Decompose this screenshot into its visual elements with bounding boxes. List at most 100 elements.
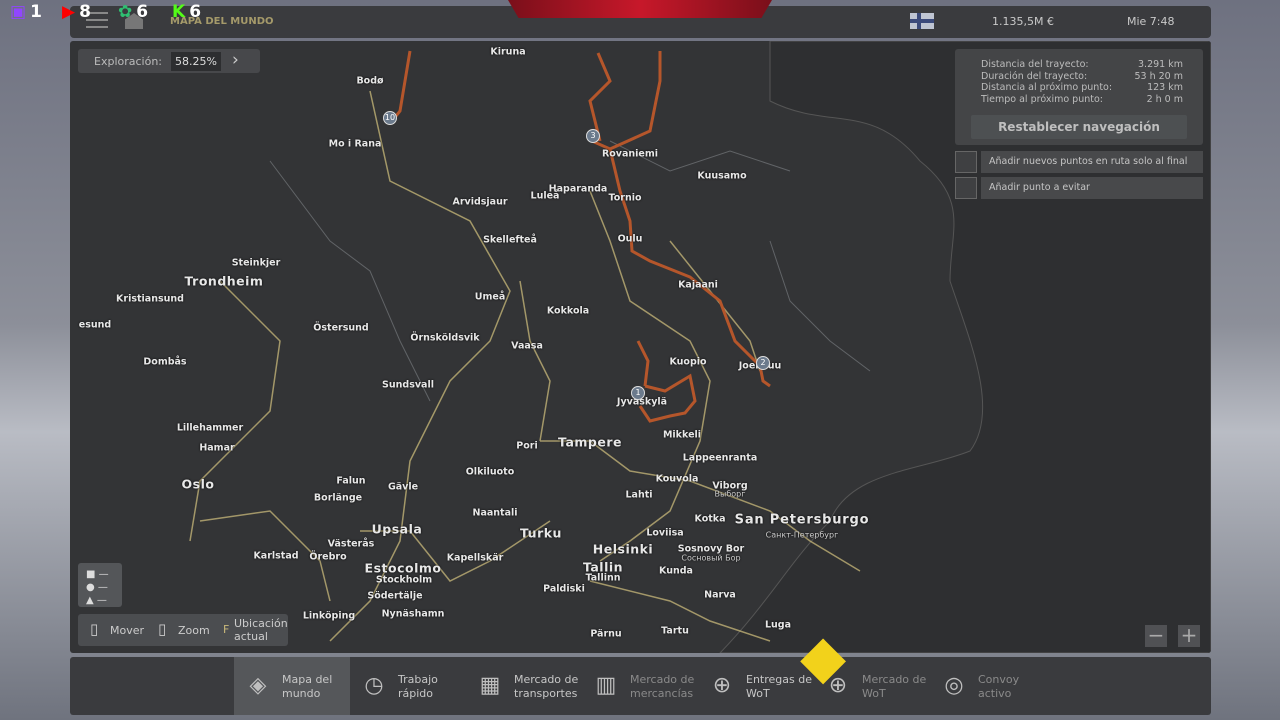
clock-icon: ◷ <box>364 673 384 698</box>
city-label: Gävle <box>387 481 419 493</box>
city-label: Västerås <box>327 538 375 550</box>
city-label: Tallinn <box>585 572 621 584</box>
city-label: Выборг <box>714 489 746 499</box>
tab-convoy[interactable]: ◎ Convoy activo <box>930 657 1046 715</box>
city-label: Oslo <box>181 476 215 492</box>
route-info-row: Distancia al próximo punto: 123 km <box>981 82 1183 93</box>
waypoint-marker[interactable]: 1 <box>631 386 645 400</box>
waypoint-marker[interactable]: 10 <box>383 111 397 125</box>
route-line <box>390 50 771 423</box>
tab-clock[interactable]: ◷ Trabajo rápido <box>350 657 466 715</box>
city-label: Санкт-Петербург <box>765 530 839 540</box>
chevron-right-icon[interactable]: › <box>232 50 239 70</box>
city-label: Luga <box>764 619 792 631</box>
mouse-icon: ▯ <box>90 620 99 638</box>
tab-label: Mercado de transportes <box>514 673 579 700</box>
city-label: Luleå <box>530 190 560 202</box>
city-label: Rovaniemi <box>601 148 659 160</box>
tab-freight[interactable]: ▦ Mercado de transportes <box>466 657 582 715</box>
city-label: Stockholm <box>375 574 433 586</box>
city-label: Falun <box>336 475 366 487</box>
route-info-row: Duración del trayecto: 53 h 20 m <box>981 70 1183 82</box>
tab-label: Mercado de WoT <box>862 673 927 700</box>
cargo-icon: ▥ <box>595 673 617 698</box>
city-label: esund <box>78 319 112 331</box>
freight-icon: ▦ <box>479 673 501 698</box>
city-label: Sundsvall <box>382 379 434 391</box>
pikachu-overlay: ◆ <box>800 622 847 692</box>
city-label: Örebro <box>309 551 347 563</box>
city-label: Helsinki <box>592 541 654 557</box>
reset-navigation-button[interactable]: Restablecer navegación <box>971 115 1187 139</box>
city-label: Borlänge <box>313 492 363 504</box>
city-label: Umeå <box>474 291 506 303</box>
city-label: Naantali <box>472 507 518 519</box>
option-add-points-at-end[interactable]: Añadir nuevos puntos en ruta solo al fin… <box>955 151 1203 173</box>
city-label: Kajaani <box>678 279 718 291</box>
city-label: Narva <box>704 589 736 601</box>
city-label: Paldiski <box>543 583 585 595</box>
city-label: Vaasa <box>511 340 543 352</box>
kick-icon: K <box>172 2 186 22</box>
city-label: Bodø <box>356 75 384 87</box>
city-label: Mo i Rana <box>328 138 382 150</box>
city-label: Skellefteå <box>483 234 537 246</box>
city-label: Tartu <box>661 625 689 637</box>
city-label: Lappeenranta <box>682 452 758 464</box>
city-label: Oulu <box>617 233 643 245</box>
controls-hint: ▯ Mover ▯ Zoom F Ubicación actual <box>78 614 288 646</box>
city-label: Kotka <box>694 513 726 525</box>
city-label: Karlstad <box>253 550 299 562</box>
mouse-wheel-icon: ▯ <box>158 620 167 638</box>
route-info-panel: Distancia del trayecto: 3.291 km Duración… <box>955 49 1203 145</box>
city-label: Tornio <box>608 192 642 204</box>
tab-label: Mercado de mercancías <box>630 673 695 700</box>
exploration-value: 58.25% <box>171 52 221 71</box>
tab-label: Convoy activo <box>978 673 1020 700</box>
city-label: San Petersburgo <box>734 512 870 528</box>
tab-cargo[interactable]: ▥ Mercado de mercancías <box>582 657 698 715</box>
convoy-icon: ◎ <box>944 673 964 698</box>
waypoint-marker[interactable]: 2 <box>756 356 770 370</box>
twitch-icon: ▣ <box>10 2 27 22</box>
map-legend-button[interactable]: ■ — ● — ▲ — <box>78 563 122 607</box>
city-label: Turku <box>520 525 562 541</box>
tab-label: Trabajo rápido <box>398 673 438 700</box>
zoom-in-button[interactable]: + <box>1178 625 1200 647</box>
zoom-out-button[interactable]: − <box>1145 625 1167 647</box>
kick-counter: K6 <box>172 2 202 22</box>
city-label: Kapellskär <box>446 552 504 564</box>
city-label: Örnsköldsvik <box>410 332 480 344</box>
city-label: Dombås <box>143 356 187 368</box>
map-icon: ◈ <box>249 673 267 698</box>
checkbox[interactable] <box>955 177 977 199</box>
city-label: Nynäshamn <box>381 608 445 620</box>
city-label: Östersund <box>313 322 369 334</box>
legend-icon: ■ — ● — ▲ — <box>86 569 109 606</box>
youtube-icon: ▶ <box>62 2 76 22</box>
city-label: Kokkola <box>546 305 590 317</box>
waypoint-marker[interactable]: 3 <box>586 129 600 143</box>
checkbox[interactable] <box>955 151 977 173</box>
green-counter: ✿ 6 <box>118 2 149 22</box>
city-label: Upsala <box>371 521 423 537</box>
city-label: Trondheim <box>184 273 264 289</box>
city-label: Hamar <box>199 442 235 454</box>
option-add-avoid-point[interactable]: Añadir punto a evitar <box>955 177 1203 199</box>
city-label: Linköping <box>302 610 356 622</box>
tab-map[interactable]: ◈ Mapa del mundo <box>234 657 350 715</box>
city-label: Tampere <box>558 434 622 450</box>
route-info-row: Tiempo al próximo punto: 2 h 0 m <box>981 93 1183 105</box>
tab-globe[interactable]: ⊕ Entregas de WoT <box>698 657 814 715</box>
exploration-panel: Exploración: 58.25% › <box>78 49 260 73</box>
city-label: Arvidsjaur <box>452 196 508 208</box>
city-label: Steinkjer <box>231 257 281 269</box>
money-display: 1.135,5M € <box>992 15 1054 28</box>
city-label: Kouvola <box>655 473 699 485</box>
city-label: Kiruna <box>490 46 526 58</box>
city-label: Loviisa <box>646 527 684 539</box>
city-label: Pärnu <box>590 628 622 640</box>
globe-icon: ⊕ <box>712 673 732 698</box>
city-label: Lillehammer <box>176 422 244 434</box>
finland-flag-icon <box>910 13 934 29</box>
